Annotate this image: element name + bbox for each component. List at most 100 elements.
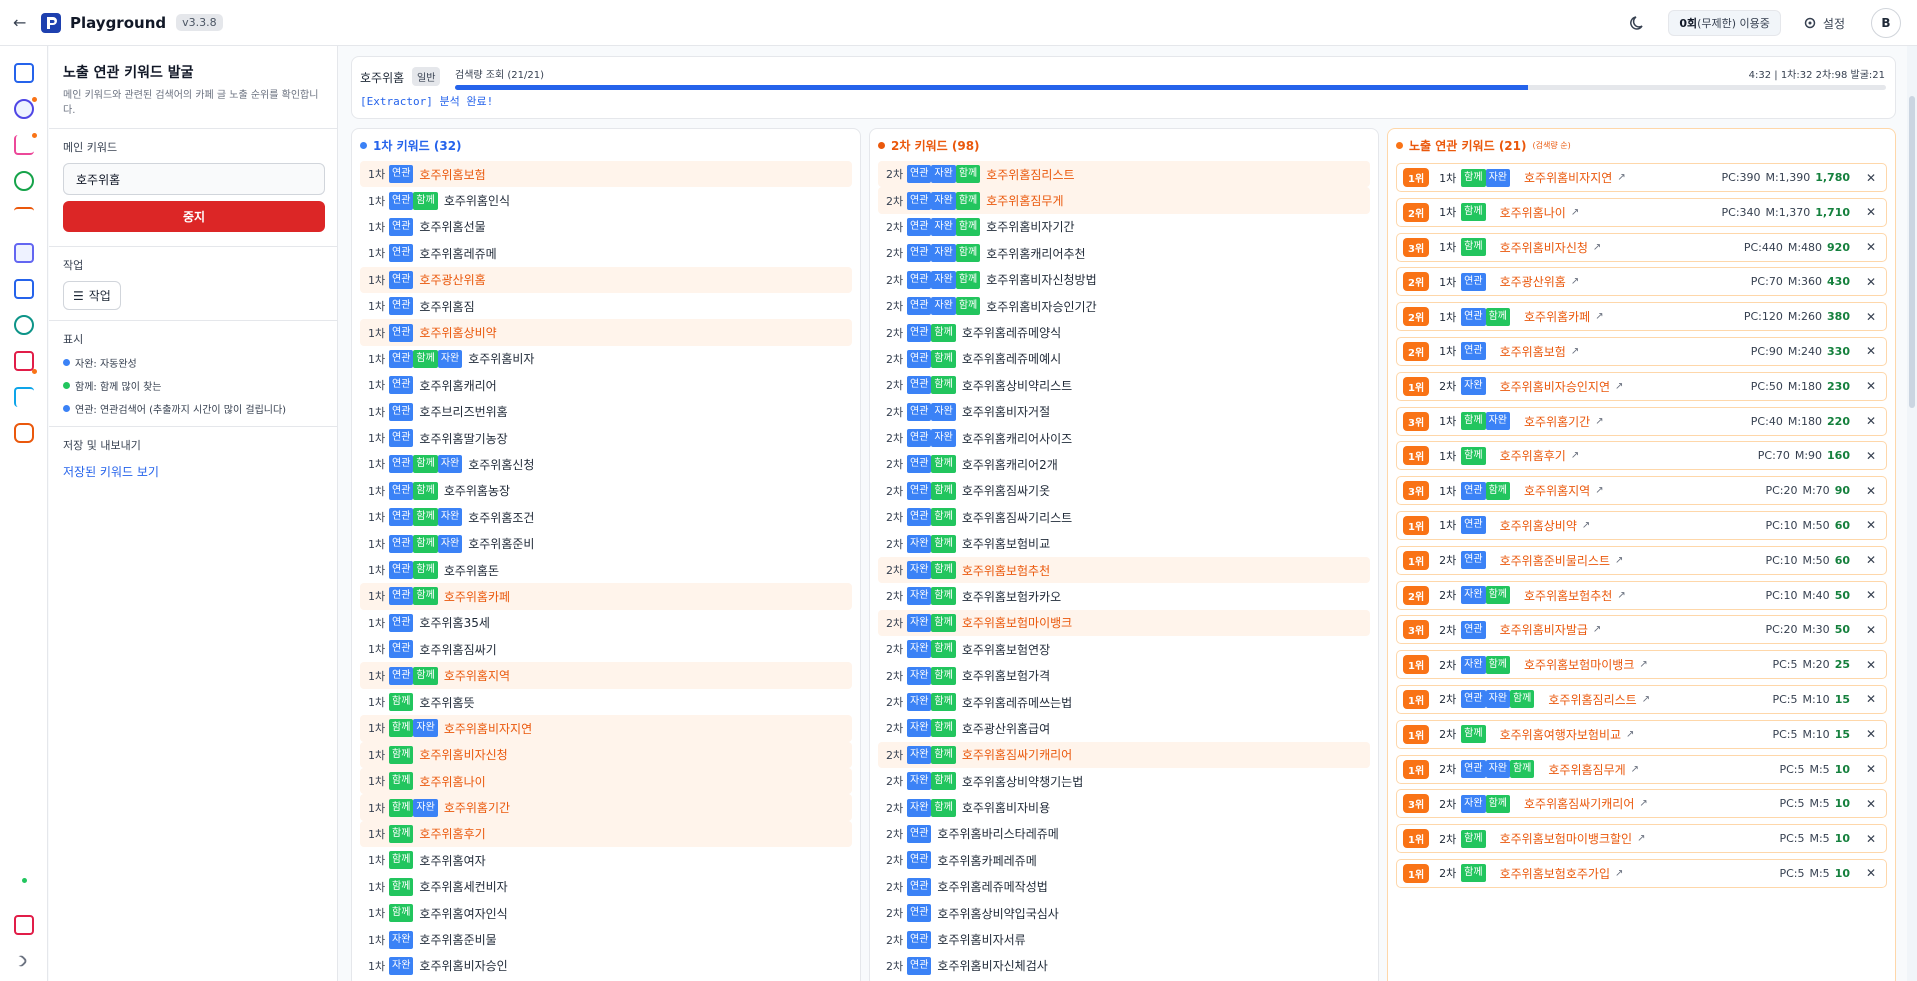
- remove-close-icon[interactable]: ✕: [1866, 588, 1876, 602]
- external-link-icon[interactable]: ↗: [1626, 729, 1634, 740]
- keyword-row[interactable]: 1차 연관 함께 자완 호주위홈비자: [360, 346, 852, 372]
- dark-mode-moon-icon[interactable]: [1628, 13, 1648, 33]
- exposed-keyword-card[interactable]: 3위 2차 연관 호주위홈비자발급 ↗ PC:20 M:30 50 ✕: [1396, 615, 1887, 645]
- keyword-row[interactable]: 1차 연관 호주위홈짐싸기: [360, 636, 852, 662]
- task-button[interactable]: ☰ 작업: [63, 281, 121, 310]
- network-icon[interactable]: [14, 351, 34, 371]
- external-link-icon[interactable]: ↗: [1631, 764, 1639, 775]
- keyword-row[interactable]: 2차 자완 함께 호주위홈보험비교: [878, 530, 1370, 556]
- settings-button[interactable]: 설정: [1803, 15, 1845, 32]
- remove-close-icon[interactable]: ✕: [1866, 727, 1876, 741]
- keyword-row[interactable]: 2차 연관 호주위홈상비약입국심사: [878, 900, 1370, 926]
- remove-close-icon[interactable]: ✕: [1866, 518, 1876, 532]
- keyword-chart-icon[interactable]: [14, 243, 34, 263]
- external-link-icon[interactable]: ↗: [1595, 416, 1603, 427]
- keyword-row[interactable]: 2차 자완 함께 호주위홈상비약챙기는법: [878, 768, 1370, 794]
- keyword-row[interactable]: 1차 함께 호주위홈후기: [360, 820, 852, 848]
- keyword-row[interactable]: 1차 연관 호주위홈35세: [360, 610, 852, 636]
- keyword-row[interactable]: 2차 연관 자완 호주위홈비자거절: [878, 399, 1370, 425]
- keyword-row[interactable]: 2차 연관 함께 호주위홈캐리어2개: [878, 451, 1370, 477]
- external-link-icon[interactable]: ↗: [1595, 485, 1603, 496]
- keyword-row[interactable]: 1차 연관 함께 자완 호주위홈조건: [360, 504, 852, 530]
- remove-close-icon[interactable]: ✕: [1866, 310, 1876, 324]
- external-link-icon[interactable]: ↗: [1571, 276, 1579, 287]
- keyword-row[interactable]: 2차 연관 자완 함께 호주위홈캐리어추천: [878, 240, 1370, 266]
- avatar[interactable]: B: [1871, 8, 1901, 38]
- keyword-row[interactable]: 1차 함께 호주위홈비자신청: [360, 741, 852, 768]
- exposed-keyword-card[interactable]: 3위 1차 연관 함께 호주위홈지역 ↗ PC:20 M:70 90 ✕: [1396, 476, 1887, 506]
- keyword-row[interactable]: 1차 자완 호주위홈준비물: [360, 926, 852, 952]
- remove-close-icon[interactable]: ✕: [1866, 379, 1876, 393]
- exposed-keyword-card[interactable]: 1위 2차 함께 호주위홈보험마이뱅크할인 ↗ PC:5 M:5 10 ✕: [1396, 824, 1887, 854]
- external-link-icon[interactable]: ↗: [1639, 659, 1647, 670]
- remove-close-icon[interactable]: ✕: [1866, 171, 1876, 185]
- eye-icon[interactable]: [14, 315, 34, 335]
- keyword-row[interactable]: 2차 연관 함께 호주위홈레쥬메양식: [878, 319, 1370, 345]
- remove-close-icon[interactable]: ✕: [1866, 797, 1876, 811]
- scrollbar-thumb[interactable]: [1909, 96, 1915, 408]
- page-scrollbar[interactable]: [1907, 46, 1917, 981]
- keyword-row[interactable]: 1차 연관 호주위홈짐: [360, 293, 852, 319]
- remove-close-icon[interactable]: ✕: [1866, 414, 1876, 428]
- keyword-row[interactable]: 1차 함께 호주위홈여자인식: [360, 900, 852, 926]
- exposed-keyword-card[interactable]: 1위 2차 함께 호주위홈보험호주가입 ↗ PC:5 M:5 10 ✕: [1396, 858, 1887, 888]
- keyword-row[interactable]: 2차 연관 함께 호주위홈레쥬메예시: [878, 346, 1370, 372]
- keyword-row[interactable]: 1차 연관 호주위홈캐리어: [360, 372, 852, 398]
- keyword-row[interactable]: 2차 자완 함께 호주위홈보험연장: [878, 636, 1370, 662]
- external-link-icon[interactable]: ↗: [1571, 346, 1579, 357]
- keyword-row[interactable]: 2차 자완 함께 호주광산위홈급여: [878, 715, 1370, 741]
- keyword-row[interactable]: 2차 자완 함께 호주위홈짐싸기캐리어: [878, 741, 1370, 768]
- remove-close-icon[interactable]: ✕: [1866, 866, 1876, 880]
- dashboard-grid-icon[interactable]: [14, 63, 34, 83]
- exposed-keyword-card[interactable]: 1위 2차 자완 호주위홈비자승인지연 ↗ PC:50 M:180 230 ✕: [1396, 371, 1887, 401]
- exposed-keyword-card[interactable]: 1위 2차 함께 호주위홈여행자보험비교 ↗ PC:5 M:10 15 ✕: [1396, 719, 1887, 749]
- keyword-row[interactable]: 1차 연관 함께 호주위홈돈: [360, 557, 852, 583]
- keyword-row[interactable]: 1차 함께 호주위홈뜻: [360, 689, 852, 715]
- edit-icon[interactable]: [14, 915, 34, 935]
- external-link-icon[interactable]: ↗: [1571, 450, 1579, 461]
- keyword-row[interactable]: 2차 자완 함께 호주위홈보험마이뱅크: [878, 609, 1370, 637]
- keyword-row[interactable]: 2차 연관 호주위홈비자신체검사: [878, 953, 1370, 979]
- exposed-keyword-card[interactable]: 2위 1차 연관 호주광산위홈 ↗ PC:70 M:360 430 ✕: [1396, 267, 1887, 297]
- external-link-icon[interactable]: ↗: [1593, 242, 1601, 253]
- remove-close-icon[interactable]: ✕: [1866, 832, 1876, 846]
- remove-close-icon[interactable]: ✕: [1866, 623, 1876, 637]
- keyword-row[interactable]: 1차 연관 호주위홈선물: [360, 214, 852, 240]
- exposed-keyword-card[interactable]: 2위 1차 연관 호주위홈보험 ↗ PC:90 M:240 330 ✕: [1396, 336, 1887, 366]
- keyword-row[interactable]: 2차 연관 자완 함께 호주위홈짐무게: [878, 187, 1370, 214]
- external-link-icon[interactable]: ↗: [1615, 868, 1623, 879]
- keyword-row[interactable]: 1차 함께 호주위홈세컨비자: [360, 874, 852, 900]
- keyword-row[interactable]: 2차 자완 함께 호주위홈보험카카오: [878, 583, 1370, 609]
- keyword-row[interactable]: 1차 연관 함께 자완 호주위홈신청: [360, 451, 852, 477]
- keyword-row[interactable]: 2차 연관 호주위홈비자서류: [878, 926, 1370, 952]
- keyword-row[interactable]: 1차 연관 호주위홈딸기농장: [360, 425, 852, 451]
- remove-close-icon[interactable]: ✕: [1866, 484, 1876, 498]
- remove-close-icon[interactable]: ✕: [1866, 205, 1876, 219]
- keyword-row[interactable]: 2차 자완 함께 호주위홈보험가격: [878, 662, 1370, 688]
- keyword-row[interactable]: 1차 연관 함께 호주위홈지역: [360, 662, 852, 689]
- keyword-row[interactable]: 1차 연관 함께 자완 호주위홈준비: [360, 530, 852, 556]
- external-link-icon[interactable]: ↗: [1571, 207, 1579, 218]
- keyword-row[interactable]: 1차 함께 자완 호주위홈기간: [360, 794, 852, 821]
- external-link-icon[interactable]: ↗: [1637, 833, 1645, 844]
- external-link-icon[interactable]: ↗: [1642, 694, 1650, 705]
- keyword-row[interactable]: 1차 연관 호주위홈보험: [360, 161, 852, 188]
- exposed-keyword-card[interactable]: 2위 1차 함께 호주위홈나이 ↗ PC:340 M:1,370 1,710 ✕: [1396, 197, 1887, 227]
- trending-up-icon[interactable]: [14, 207, 34, 227]
- keyword-row[interactable]: 1차 연관 호주광산위홈: [360, 266, 852, 293]
- exposed-keyword-card[interactable]: 3위 1차 함께 호주위홈비자신청 ↗ PC:440 M:480 920 ✕: [1396, 232, 1887, 262]
- main-keyword-input[interactable]: 호주위홈: [63, 163, 325, 195]
- keyword-row[interactable]: 1차 연관 호주위홈레쥬메: [360, 240, 852, 266]
- external-link-icon[interactable]: ↗: [1615, 555, 1623, 566]
- bar-chart-icon[interactable]: [14, 135, 34, 155]
- keyword-row[interactable]: 2차 연관 자완 함께 호주위홈비자기간: [878, 214, 1370, 240]
- external-link-icon[interactable]: ↗: [1639, 798, 1647, 809]
- check-circle-icon[interactable]: [14, 99, 34, 119]
- keyword-row[interactable]: 2차 연관 자완 함께 호주위홈비자신청방법: [878, 267, 1370, 293]
- keyword-row[interactable]: 2차 연관 함께 호주위홈상비약리스트: [878, 372, 1370, 398]
- keyword-row[interactable]: 2차 자완 함께 호주위홈보험추천: [878, 556, 1370, 584]
- exposed-keyword-card[interactable]: 1위 2차 연관 자완 함께 호주위홈짐리스트 ↗ PC:5 M:10 15 ✕: [1396, 684, 1887, 714]
- keyword-row[interactable]: 2차 연관 호주위홈바리스타레쥬메: [878, 821, 1370, 847]
- keyword-row[interactable]: 2차 연관 자완 함께 호주위홈비자승인기간: [878, 293, 1370, 319]
- external-link-icon[interactable]: ↗: [1617, 590, 1625, 601]
